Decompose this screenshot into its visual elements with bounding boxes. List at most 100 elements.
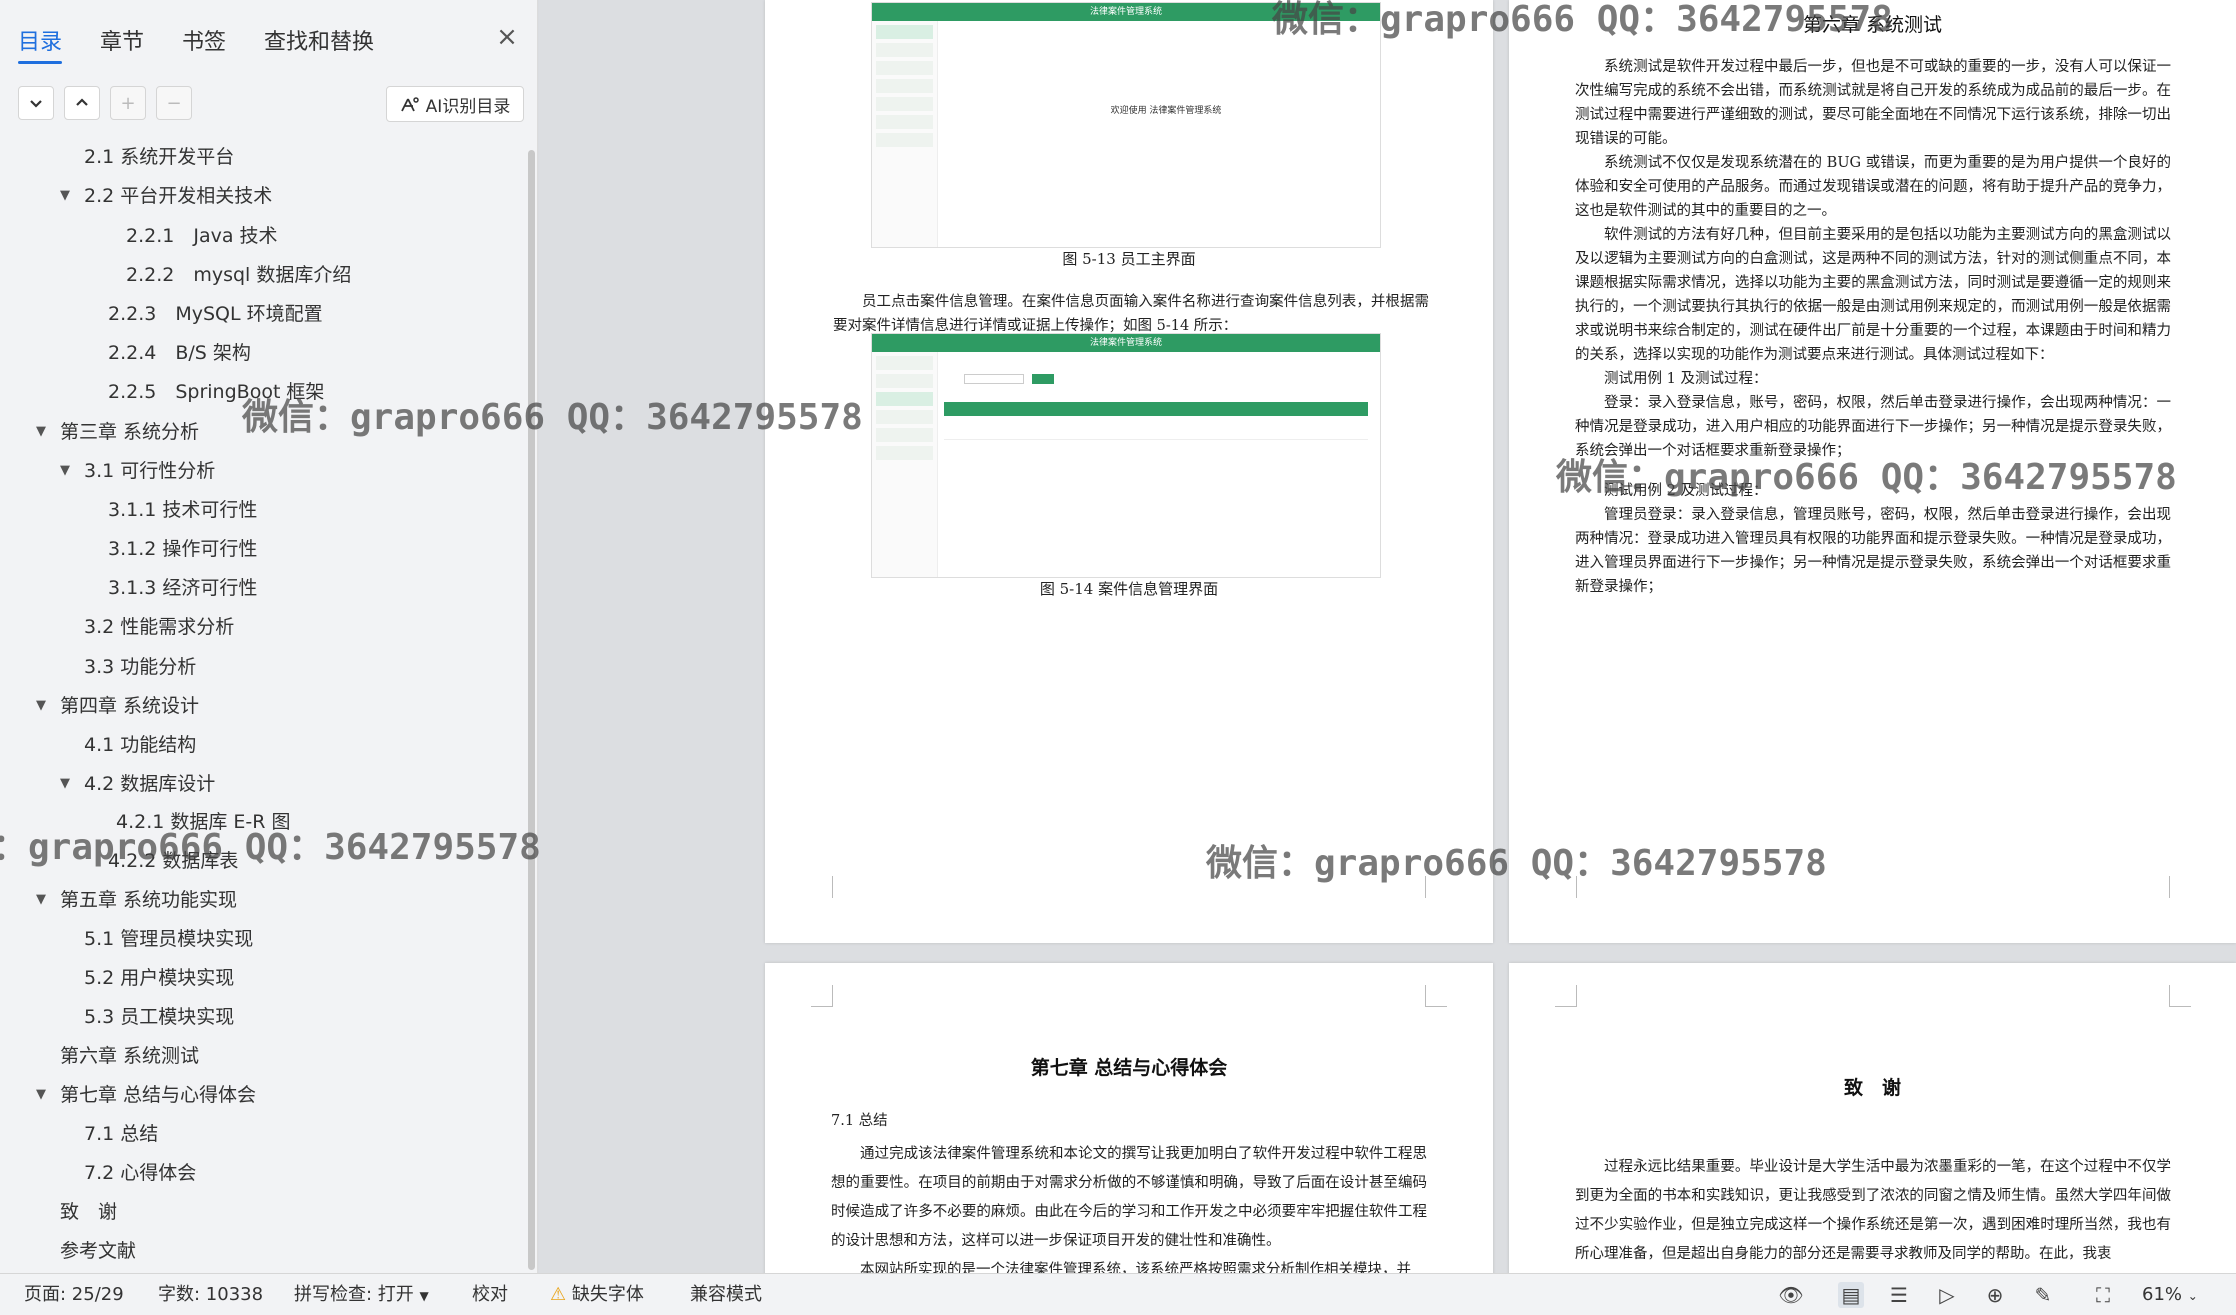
page-28: 致 谢 过程永远比结果重要。毕业设计是大学生活中最为浓墨重彩的一笔，在这个过程中… [1509, 963, 2236, 1273]
toc-item[interactable]: 2.1 系统开发平台 [84, 140, 234, 174]
ch7-paragraph: 通过完成该法律案件管理系统和本论文的撰写让我更加明白了软件开发过程中软件工程思想… [831, 1146, 1427, 1249]
toc-item[interactable]: 7.1 总结 [84, 1117, 158, 1151]
close-pane-icon[interactable]: × [492, 22, 522, 52]
acknowledgement-heading: 致 谢 [1843, 1077, 1901, 1099]
ai-button-label: AI识别目录 [425, 96, 511, 117]
zoom-value: 61% [2142, 1284, 2183, 1305]
page-corner-mark [1555, 985, 1577, 1007]
toc-item[interactable]: ▼ 3.1 可行性分析 [60, 454, 215, 488]
caret-down-icon: ▼ [419, 1289, 429, 1303]
case-table-row [944, 418, 1368, 440]
status-bar: 页面: 25/29 字数: 10338 拼写检查: 打开 ▼ 校对 ⚠ 缺失字体… [0, 1273, 2236, 1315]
outline-view-icon[interactable]: ☰ [1886, 1282, 1912, 1308]
toc-item[interactable]: ▼ 2.2 平台开发相关技术 [60, 179, 272, 213]
toc-item[interactable]: ▼ 第三章 系统分析 [36, 415, 199, 449]
toc-item[interactable]: 参考文献 [60, 1234, 136, 1268]
page-corner-mark [811, 876, 833, 898]
zoom-level[interactable]: 61% ⌄ [2142, 1274, 2198, 1315]
spell-check-toggle[interactable]: 拼写检查: 打开 ▼ [294, 1274, 429, 1315]
toc-item[interactable]: ▼ 4.2 数据库设计 [60, 767, 215, 801]
toc-scrollbar[interactable] [528, 150, 535, 1270]
toc-item[interactable]: 5.1 管理员模块实现 [84, 922, 253, 956]
page-corner-mark [2169, 985, 2191, 1007]
toc-item[interactable]: 2.2.5 SpringBoot 框架 [108, 375, 324, 409]
expand-all-button[interactable] [18, 86, 54, 120]
web-view-icon[interactable]: ⊕ [1982, 1282, 2008, 1308]
app-title-bar: 法律案件管理系统 [872, 3, 1380, 21]
toc-item[interactable]: 4.1 功能结构 [84, 728, 196, 762]
page-26: 第六章 系统测试 系统测试是软件开发过程中最后一步，但也是不可或缺的重要的一步，… [1509, 0, 2236, 943]
nav-tabs: 目录 章节 书签 查找和替换 [18, 24, 374, 64]
play-icon[interactable]: ▷ [1934, 1282, 1960, 1308]
missing-font-label: 缺失字体 [571, 1284, 644, 1305]
add-heading-button[interactable]: + [110, 86, 146, 120]
caret-down-icon[interactable]: ▼ [36, 689, 46, 723]
figure-5-13-screenshot: 法律案件管理系统 欢迎使用 法律案件管理系统 [871, 2, 1381, 248]
warning-icon: ⚠ [550, 1284, 567, 1305]
toc-item[interactable]: 2.2.3 MySQL 环境配置 [108, 297, 323, 331]
page-27: 第七章 总结与心得体会 7.1 总结 通过完成该法律案件管理系统和本论文的撰写让… [765, 963, 1493, 1273]
collapse-all-button[interactable] [64, 86, 100, 120]
ch6-paragraph: 测试用例 2 及测试过程： [1604, 483, 1768, 499]
caret-down-icon[interactable]: ▼ [36, 415, 46, 449]
caret-down-icon[interactable]: ▼ [36, 1078, 46, 1112]
wps-writer-window: 目录 章节 书签 查找和替换 × + − AI识别目录 2.1 系统开发平台 ▼… [0, 0, 2236, 1315]
toc-item[interactable]: 2.2.4 B/S 架构 [108, 336, 251, 370]
ai-flask-icon [400, 97, 419, 112]
chevron-down-icon: ⌄ [2187, 1289, 2198, 1303]
toc-item[interactable]: 4.2.2 数据库表 [108, 844, 238, 878]
toc-toolbar: + − [18, 86, 192, 120]
page-corner-mark [1425, 876, 1447, 898]
page-corner-mark [2169, 876, 2191, 898]
document-canvas[interactable]: 法律案件管理系统 欢迎使用 法律案件管理系统 图 5-13 员工主界面 员工点击… [539, 0, 2236, 1273]
toc-item[interactable]: ▼ 第五章 系统功能实现 [36, 883, 237, 917]
toc-item[interactable]: ▼ 第四章 系统设计 [36, 689, 199, 723]
figure-5-14-caption: 图 5-14 案件信息管理界面 [1039, 580, 1219, 598]
caret-down-icon[interactable]: ▼ [60, 767, 70, 801]
toc-item[interactable]: 5.3 员工模块实现 [84, 1000, 234, 1034]
toc-item[interactable]: 3.1.2 操作可行性 [108, 532, 257, 566]
remove-heading-button[interactable]: − [156, 86, 192, 120]
toc-item[interactable]: 第六章 系统测试 [60, 1039, 199, 1073]
ch7-paragraph: 本网站所实现的是一个法律案件管理系统，该系统严格按照需求分析制作相关模块，并 [860, 1262, 1411, 1273]
pen-icon[interactable]: ✎ [2030, 1282, 2056, 1308]
ch6-paragraph: 系统测试不仅仅是发现系统潜在的 BUG 或错误，而更为重要的是为用户提供一个良好… [1575, 155, 2171, 219]
proofread-button[interactable]: 校对 [472, 1274, 508, 1315]
chapter-7-heading: 第七章 总结与心得体会 [1030, 1057, 1228, 1079]
toc-item[interactable]: 2.2.2 mysql 数据库介绍 [126, 258, 351, 292]
page-indicator[interactable]: 页面: 25/29 [24, 1274, 124, 1315]
welcome-text: 欢迎使用 法律案件管理系统 [1110, 106, 1222, 116]
tab-toc[interactable]: 目录 [18, 24, 63, 64]
missing-font-button[interactable]: ⚠ 缺失字体 [550, 1274, 644, 1315]
search-box [964, 374, 1024, 384]
caret-down-icon[interactable]: ▼ [60, 179, 70, 213]
eye-icon[interactable]: 👁 [1778, 1282, 1804, 1308]
page-corner-mark [1555, 876, 1577, 898]
navigation-pane: 目录 章节 书签 查找和替换 × + − AI识别目录 2.1 系统开发平台 ▼… [0, 0, 538, 1273]
ai-recognize-toc-button[interactable]: AI识别目录 [386, 86, 524, 122]
word-count[interactable]: 字数: 10338 [158, 1274, 263, 1315]
toc-item[interactable]: 2.2.1 Java 技术 [126, 219, 278, 253]
figure-5-13-caption: 图 5-13 员工主界面 [1062, 250, 1196, 268]
toc-item[interactable]: 3.3 功能分析 [84, 650, 196, 684]
caret-down-icon[interactable]: ▼ [60, 454, 70, 488]
toc-item[interactable]: 3.2 性能需求分析 [84, 610, 234, 644]
tab-find-replace[interactable]: 查找和替换 [264, 24, 374, 64]
figure-5-14-screenshot: 法律案件管理系统 [871, 333, 1381, 578]
app-side-menu [872, 352, 938, 577]
toc-item[interactable]: 4.2.1 数据库 E-R 图 [116, 805, 291, 839]
spell-check-label: 拼写检查: 打开 [294, 1284, 414, 1305]
fit-page-icon[interactable]: ⛶ [2090, 1282, 2116, 1308]
toc-item[interactable]: 致 谢 [60, 1195, 117, 1229]
section-7-1-heading: 7.1 总结 [831, 1113, 888, 1129]
caret-down-icon[interactable]: ▼ [36, 883, 46, 917]
toc-item[interactable]: 5.2 用户模块实现 [84, 961, 234, 995]
page-view-icon[interactable]: ▤ [1838, 1282, 1864, 1308]
toc-item[interactable]: ▼ 第七章 总结与心得体会 [36, 1078, 256, 1112]
toc-item[interactable]: 3.1.3 经济可行性 [108, 571, 257, 605]
tab-bookmarks[interactable]: 书签 [182, 24, 226, 64]
toc-item[interactable]: 7.2 心得体会 [84, 1156, 196, 1190]
tab-chapters[interactable]: 章节 [100, 24, 144, 64]
paragraph-case-management: 员工点击案件信息管理。在案件信息页面输入案件名称进行查询案件信息列表，并根据需要… [833, 294, 1429, 334]
toc-item[interactable]: 3.1.1 技术可行性 [108, 493, 257, 527]
